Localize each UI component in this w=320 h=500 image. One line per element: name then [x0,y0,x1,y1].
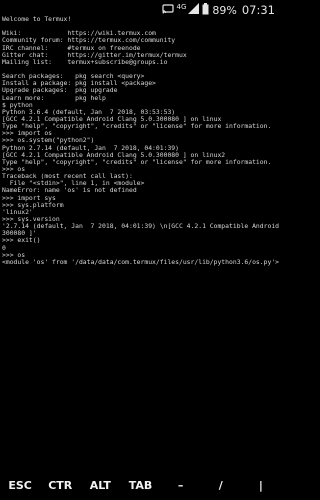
terminal-line: 300080 ]' [2,229,37,238]
dash-key[interactable]: – [161,470,201,500]
ctrl-key[interactable]: CTR [40,470,80,500]
terminal-line: 0 [2,243,6,252]
terminal-line: '2.7.14 (default, Jan 7 2018, 04:01:39) … [2,222,280,231]
signal-icon [188,3,200,17]
clock: 07:31 [241,3,275,17]
slash-key[interactable]: / [201,470,241,500]
terminal-output[interactable]: Welcome to Termux! Wiki: https://wiki.ter… [2,16,281,266]
alt-key[interactable]: ALT [80,470,120,500]
terminal-line: Type "help", "copyright", "credits" or "… [2,157,272,166]
terminal-line: >>> sys.platform [2,200,64,209]
extra-keys-row: ESC CTR ALT TAB – / | [0,470,281,500]
terminal-line: Mailing list: termux+subscribe@groups.io [2,57,168,66]
terminal-line: Welcome to Termux! [2,16,72,23]
esc-key[interactable]: ESC [0,470,40,500]
pipe-key[interactable]: | [241,470,281,500]
status-indicators: 4G 89% 07:31 [161,2,275,17]
network-4g-icon: 4G [176,2,187,11]
tab-key[interactable]: TAB [120,470,160,500]
terminal-line: Learn more: pkg help [2,93,106,102]
terminal-line: >>> exit() [2,236,41,245]
battery-percent: 89% [212,3,237,17]
cast-icon [161,3,174,17]
terminal-line: <module 'os' from '/data/data/com.termux… [2,257,280,266]
